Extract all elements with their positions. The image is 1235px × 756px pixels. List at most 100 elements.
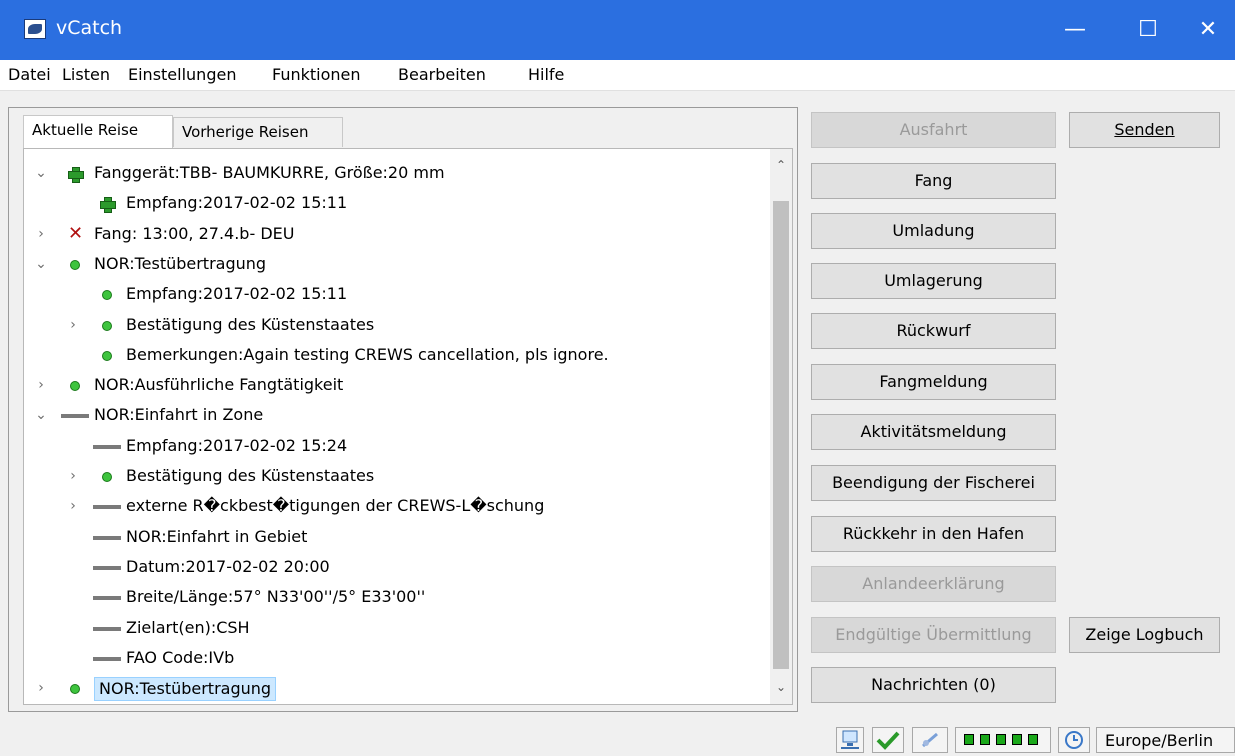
aktivitaetsmeldung-button[interactable]: Aktivitätsmeldung (811, 414, 1056, 450)
scroll-down-icon[interactable]: ⌄ (770, 677, 792, 697)
menu-datei[interactable]: Datei (8, 65, 51, 84)
green-dot-icon (102, 290, 112, 301)
scroll-thumb[interactable] (773, 201, 789, 669)
menu-einstellungen[interactable]: Einstellungen (128, 65, 236, 84)
tree-row[interactable]: Empfang:2017-02-02 15:11 (24, 280, 764, 310)
tree-row[interactable]: › externe R�ckbest�tigungen der CREWS-L�s… (24, 492, 764, 522)
collapse-chevron-icon[interactable]: ⌄ (34, 254, 48, 274)
checkmark-icon (872, 727, 904, 753)
timezone-field: Europe/Berlin (1096, 727, 1235, 753)
tree-row-label: Empfang:2017-02-02 15:11 (126, 193, 348, 213)
green-dot-icon (102, 350, 112, 361)
title-bar: vCatch — ☐ ✕ (0, 0, 1235, 60)
endgueltige-uebermittlung-button[interactable]: Endgültige Übermittlung (811, 617, 1056, 653)
fang-button[interactable]: Fang (811, 163, 1056, 199)
tree-row-label: FAO Code:IVb (126, 647, 235, 667)
collapse-chevron-icon[interactable]: ⌄ (34, 405, 48, 425)
menu-hilfe[interactable]: Hilfe (528, 65, 564, 84)
expand-chevron-icon[interactable]: › (34, 375, 48, 395)
tree-row[interactable]: Empfang:2017-02-02 15:24 (24, 432, 764, 462)
tree-row-label: Breite/Länge:57° N33'00''/5° E33'00'' (126, 587, 426, 607)
scroll-up-icon[interactable]: ⌃ (770, 155, 792, 175)
tree-row-label: Zielart(en):CSH (126, 617, 250, 637)
tree-row-label: Fanggerät:TBB- BAUMKURRE, Größe:20 mm (94, 163, 445, 182)
menu-listen[interactable]: Listen (62, 65, 110, 84)
signal-bar (964, 734, 974, 745)
collapse-chevron-icon[interactable]: ⌄ (34, 163, 48, 183)
signal-bar (996, 734, 1006, 745)
green-dot-icon (70, 259, 80, 270)
menu-funktionen[interactable]: Funktionen (272, 65, 361, 84)
satellite-icon (912, 727, 948, 753)
tree-row-label: NOR:Ausführliche Fangtätigkeit (94, 375, 344, 395)
tree-row[interactable]: Breite/Länge:57° N33'00''/5° E33'00'' (24, 583, 764, 613)
status-bar: Europe/Berlin (0, 718, 1235, 756)
tree-row-label: Bestätigung des Küstenstaates (126, 466, 375, 485)
minimize-button[interactable]: — (1047, 0, 1103, 60)
trip-panel: Aktuelle Reise Vorherige Reisen ⌃ ⌄ ⌄ Fan… (8, 107, 798, 712)
expand-chevron-icon[interactable]: › (34, 678, 48, 698)
maximize-button[interactable]: ☐ (1120, 0, 1176, 60)
rueckkehr-button[interactable]: Rückkehr in den Hafen (811, 516, 1056, 552)
signal-bar (1028, 734, 1038, 745)
green-dot-icon (102, 320, 112, 331)
gray-bar-icon (93, 565, 121, 570)
gray-bar-icon (93, 535, 121, 540)
tab-aktuelle-reise[interactable]: Aktuelle Reise (23, 115, 173, 148)
senden-button[interactable]: Senden (1069, 112, 1220, 148)
tree-row[interactable]: FAO Code:IVb (24, 644, 764, 674)
tree-row[interactable]: › NOR:Ausführliche Fangtätigkeit (24, 371, 764, 401)
gray-bar-icon (93, 444, 121, 449)
nachrichten-button[interactable]: Nachrichten (0) (811, 667, 1056, 703)
tree-row[interactable]: Datum:2017-02-02 20:00 (24, 553, 764, 583)
tree-row[interactable]: Empfang:2017-02-02 15:11 (24, 189, 764, 219)
menu-bearbeiten[interactable]: Bearbeiten (398, 65, 486, 84)
rueckwurf-button[interactable]: Rückwurf (811, 313, 1056, 349)
tree-row[interactable]: ⌄ NOR:Einfahrt in Zone (24, 401, 764, 431)
signal-bar (980, 734, 990, 745)
tree-scrollbar[interactable]: ⌃ ⌄ (770, 149, 792, 704)
zeige-logbuch-button[interactable]: Zeige Logbuch (1069, 617, 1220, 653)
tree-row-label: Empfang:2017-02-02 15:24 (126, 435, 348, 455)
tree-row[interactable]: NOR:Einfahrt in Gebiet (24, 523, 764, 553)
message-tree[interactable]: ⌃ ⌄ ⌄ Fanggerät:TBB- BAUMKURRE, Größe:20 … (23, 148, 793, 705)
gray-bar-icon (61, 414, 89, 419)
umlagerung-button[interactable]: Umlagerung (811, 263, 1056, 299)
anlandeerklaerung-button[interactable]: Anlandeerklärung (811, 566, 1056, 602)
tree-row[interactable]: › Bestätigung des Küstenstaates (24, 311, 764, 341)
tree-row[interactable]: › Bestätigung des Küstenstaates (24, 462, 764, 492)
tab-vorherige-reisen[interactable]: Vorherige Reisen (173, 117, 343, 147)
beendigung-button[interactable]: Beendigung der Fischerei (811, 465, 1056, 501)
window-title: vCatch (56, 17, 123, 39)
tree-row-label: NOR:Testübertragung (94, 253, 267, 273)
network-icon (836, 727, 864, 753)
green-dot-icon (70, 684, 80, 695)
close-button[interactable]: ✕ (1180, 0, 1235, 60)
tree-row[interactable]: Bemerkungen:Again testing CREWS cancella… (24, 341, 764, 371)
expand-chevron-icon[interactable]: › (66, 496, 80, 516)
tree-row-label: NOR:Testübertragung (94, 677, 277, 702)
menu-bar: Datei Listen Einstellungen Funktionen Be… (0, 60, 1235, 91)
expand-chevron-icon[interactable]: › (34, 224, 48, 244)
cross-icon: ✕ (68, 222, 84, 244)
fangmeldung-button[interactable]: Fangmeldung (811, 364, 1056, 400)
expand-chevron-icon[interactable]: › (66, 466, 80, 486)
tree-row-label: externe R�ckbest�tigungen der CREWS-L�sc… (126, 496, 545, 516)
tree-row[interactable]: › ✕ Fang: 13:00, 27.4.b- DEU (24, 220, 764, 250)
tree-row[interactable]: Zielart(en):CSH (24, 614, 764, 644)
expand-chevron-icon[interactable]: › (66, 315, 80, 335)
plus-icon (68, 167, 84, 183)
tree-row-label: Bemerkungen:Again testing CREWS cancella… (126, 344, 609, 364)
tree-row[interactable]: › NOR:Testübertragung (24, 674, 764, 704)
tree-row[interactable]: ⌄ NOR:Testübertragung (24, 250, 764, 280)
tree-row-label: Bestätigung des Küstenstaates (126, 314, 375, 334)
tree-row[interactable]: ⌄ Fanggerät:TBB- BAUMKURRE, Größe:20 mm (24, 159, 764, 189)
ausfahrt-button[interactable]: Ausfahrt (811, 112, 1056, 148)
umladung-button[interactable]: Umladung (811, 213, 1056, 249)
